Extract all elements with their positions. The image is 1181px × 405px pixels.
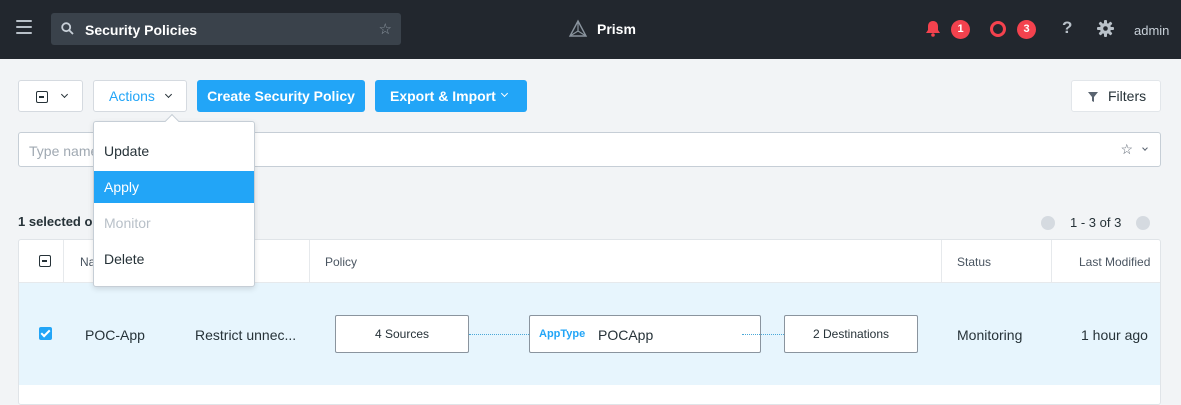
top-bar: Security Policies ☆ Prism 1 3 ? admin — [0, 0, 1181, 59]
chevron-down-icon[interactable] — [1142, 145, 1148, 151]
select-all-checkbox[interactable] — [39, 255, 51, 267]
connector-line — [469, 334, 529, 335]
chevron-down-icon — [500, 89, 509, 98]
global-search[interactable]: Security Policies ☆ — [51, 13, 401, 45]
actions-button[interactable]: Actions — [93, 80, 187, 112]
apptype-value: POCApp — [598, 327, 654, 343]
destinations-node[interactable]: 2 Destinations — [784, 315, 918, 353]
selection-summary: 1 selected o — [18, 214, 93, 229]
search-icon — [61, 22, 74, 35]
menu-item-update[interactable]: Update — [94, 135, 254, 167]
brand: Prism — [568, 19, 636, 39]
previous-page-icon[interactable] — [1041, 215, 1055, 230]
policy-last-modified: 1 hour ago — [1081, 327, 1148, 343]
pagination: 1 - 3 of 3 — [1041, 215, 1151, 230]
export-import-button[interactable]: Export & Import — [375, 80, 527, 112]
user-menu[interactable]: admin — [1134, 23, 1169, 38]
funnel-icon — [1088, 92, 1098, 102]
alerts-badge[interactable]: 1 — [951, 20, 970, 39]
apptype-node[interactable]: AppType POCApp — [529, 315, 761, 353]
policy-status: Monitoring — [957, 327, 1023, 343]
connector-line — [742, 334, 784, 335]
bell-icon[interactable] — [925, 20, 941, 37]
brand-name: Prism — [597, 21, 636, 37]
filters-button[interactable]: Filters — [1071, 80, 1161, 112]
help-icon[interactable]: ? — [1062, 18, 1072, 38]
menu-item-monitor: Monitor — [104, 215, 151, 231]
create-security-policy-button[interactable]: Create Security Policy — [197, 80, 365, 112]
menu-item-delete[interactable]: Delete — [94, 243, 254, 275]
actions-label: Actions — [109, 88, 155, 104]
menu-icon[interactable] — [16, 20, 32, 34]
chevron-down-icon — [60, 90, 69, 99]
column-last-modified[interactable]: Last Modified — [1079, 255, 1150, 269]
actions-menu: Update Apply Monitor Delete — [93, 113, 255, 287]
filters-label: Filters — [1108, 88, 1147, 104]
row-checkbox[interactable] — [39, 327, 52, 340]
events-badge[interactable]: 3 — [1017, 20, 1036, 39]
event-ring-icon[interactable] — [990, 21, 1006, 37]
star-icon[interactable]: ☆ — [379, 20, 392, 38]
star-icon[interactable]: ☆ — [1120, 141, 1133, 158]
chevron-down-icon — [164, 90, 173, 99]
partial-checkbox-icon — [36, 91, 48, 103]
apptype-key: AppType — [539, 328, 586, 340]
table-row[interactable]: POC-App Restrict unnec... 4 Sources AppT… — [19, 283, 1160, 385]
pagination-range: 1 - 3 of 3 — [1070, 215, 1122, 230]
gear-icon[interactable] — [1097, 20, 1114, 37]
search-input-value[interactable]: Security Policies — [85, 22, 197, 38]
menu-item-apply[interactable]: Apply — [94, 171, 254, 203]
policy-name[interactable]: POC-App — [85, 327, 145, 343]
policy-purpose: Restrict unnec... — [195, 327, 297, 343]
sources-node[interactable]: 4 Sources — [335, 315, 469, 353]
bulk-select-dropdown[interactable] — [18, 80, 83, 112]
filter-placeholder: Type name — [29, 143, 99, 159]
next-page-icon[interactable] — [1136, 215, 1151, 230]
column-status[interactable]: Status — [957, 255, 991, 269]
prism-logo-icon — [568, 19, 588, 37]
column-policy[interactable]: Policy — [325, 255, 357, 269]
export-import-label: Export & Import — [390, 88, 496, 104]
